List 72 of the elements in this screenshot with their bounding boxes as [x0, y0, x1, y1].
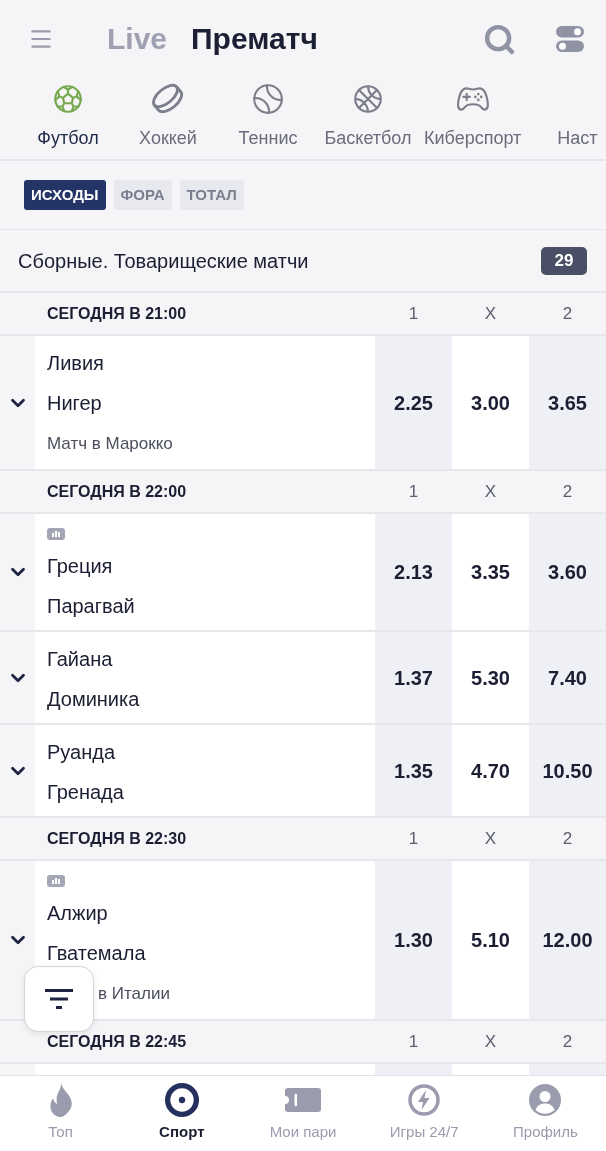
venue-note: Матч в Марокко [47, 433, 173, 456]
odds-button[interactable]: 2.13 [375, 514, 452, 630]
odds-button[interactable]: 2.25 [375, 336, 452, 469]
match-card[interactable]: Гайана Доминика [35, 632, 375, 723]
team-name: Ливия [47, 351, 104, 376]
outcome-column-label: X [484, 1030, 497, 1053]
flame-icon [48, 1083, 73, 1117]
basketball-icon [351, 82, 385, 116]
sport-tab[interactable]: Баскетбол [318, 78, 418, 159]
sport-tab[interactable]: Киберспорт [418, 78, 528, 159]
lightning-circle-icon [408, 1084, 441, 1116]
outcome-column-label: 2 [562, 1030, 573, 1053]
team-name: Гайана [47, 647, 113, 672]
nav-tab[interactable]: Спорт [121, 1076, 243, 1151]
filter-button[interactable] [24, 966, 94, 1032]
outcome-column-label: X [484, 480, 497, 503]
team-name: Гренада [47, 780, 124, 805]
target-icon [164, 1083, 199, 1117]
mode-tab[interactable]: Прематч [191, 21, 318, 57]
odds-button[interactable]: 7.40 [529, 632, 606, 723]
soccer-ball-icon [51, 82, 85, 116]
outcome-column-label: X [484, 827, 497, 850]
start-time-label: СЕГОДНЯ В 21:00 [47, 304, 187, 322]
league-title: Сборные. Товарищеские матчи [18, 248, 309, 274]
odds-button[interactable]: 10.50 [529, 725, 606, 816]
tennis-ball-icon [251, 82, 285, 116]
match-card[interactable]: Греция Парагвай [35, 514, 375, 630]
outcome-column-label: 2 [562, 302, 573, 325]
outcome-column-label: 2 [562, 480, 573, 503]
outcome-column-label: 1 [408, 302, 419, 325]
hockey-puck-icon [151, 82, 185, 116]
match-card[interactable]: Ливия Нигер Матч в Марокко [35, 336, 375, 469]
venue-note: в Италии [98, 983, 170, 1006]
team-name: Доминика [47, 687, 140, 712]
start-time-label: СЕГОДНЯ В 22:45 [47, 1032, 187, 1050]
outcome-column-label: 1 [408, 1030, 419, 1053]
event-count-badge: 29 [541, 246, 587, 275]
team-name: Гватемала [47, 941, 146, 966]
sport-tab[interactable]: Наст [527, 78, 606, 159]
odds-button[interactable]: 5.10 [452, 861, 529, 1019]
sport-tab[interactable]: Футбол [18, 78, 118, 159]
ticket-icon [285, 1088, 321, 1112]
filter-icon [45, 989, 73, 1009]
toggle-switches-icon[interactable] [556, 26, 584, 52]
outcome-column-label: 1 [408, 827, 419, 850]
odds-button[interactable]: 3.65 [529, 336, 606, 469]
team-name: Алжир [47, 901, 108, 926]
odds-button[interactable]: 4.70 [452, 725, 529, 816]
team-name: Греция [47, 554, 113, 579]
start-time-label: СЕГОДНЯ В 22:30 [47, 829, 187, 847]
odds-button[interactable]: 12.00 [529, 861, 606, 1019]
odds-button[interactable]: 3.60 [529, 514, 606, 630]
outcome-column-label: X [484, 302, 497, 325]
odds-button[interactable]: 1.37 [375, 632, 452, 723]
match-card[interactable]: Алжир Гватемала в Италии [35, 861, 375, 1019]
start-time-label: СЕГОДНЯ В 22:00 [47, 482, 187, 500]
team-name: Парагвай [47, 594, 135, 619]
outcome-column-label: 2 [562, 827, 573, 850]
odds-button[interactable]: 1.30 [375, 861, 452, 1019]
odds-button[interactable]: 5.30 [452, 632, 529, 723]
sport-tab[interactable]: Теннис [218, 78, 318, 159]
odds-button[interactable]: 3.35 [452, 514, 529, 630]
user-avatar-icon [529, 1084, 562, 1116]
match-card[interactable]: Руанда Гренада [35, 725, 375, 816]
odds-button[interactable]: 3.00 [452, 336, 529, 469]
sport-tab[interactable]: Хоккей [118, 78, 218, 159]
team-name: Руанда [47, 740, 116, 765]
odds-button[interactable]: 1.35 [375, 725, 452, 816]
search-icon[interactable] [483, 22, 516, 56]
team-name: Нигер [47, 391, 102, 416]
outcome-column-label: 1 [408, 480, 419, 503]
market-tab[interactable]: ИСХОДЫ [24, 180, 106, 210]
